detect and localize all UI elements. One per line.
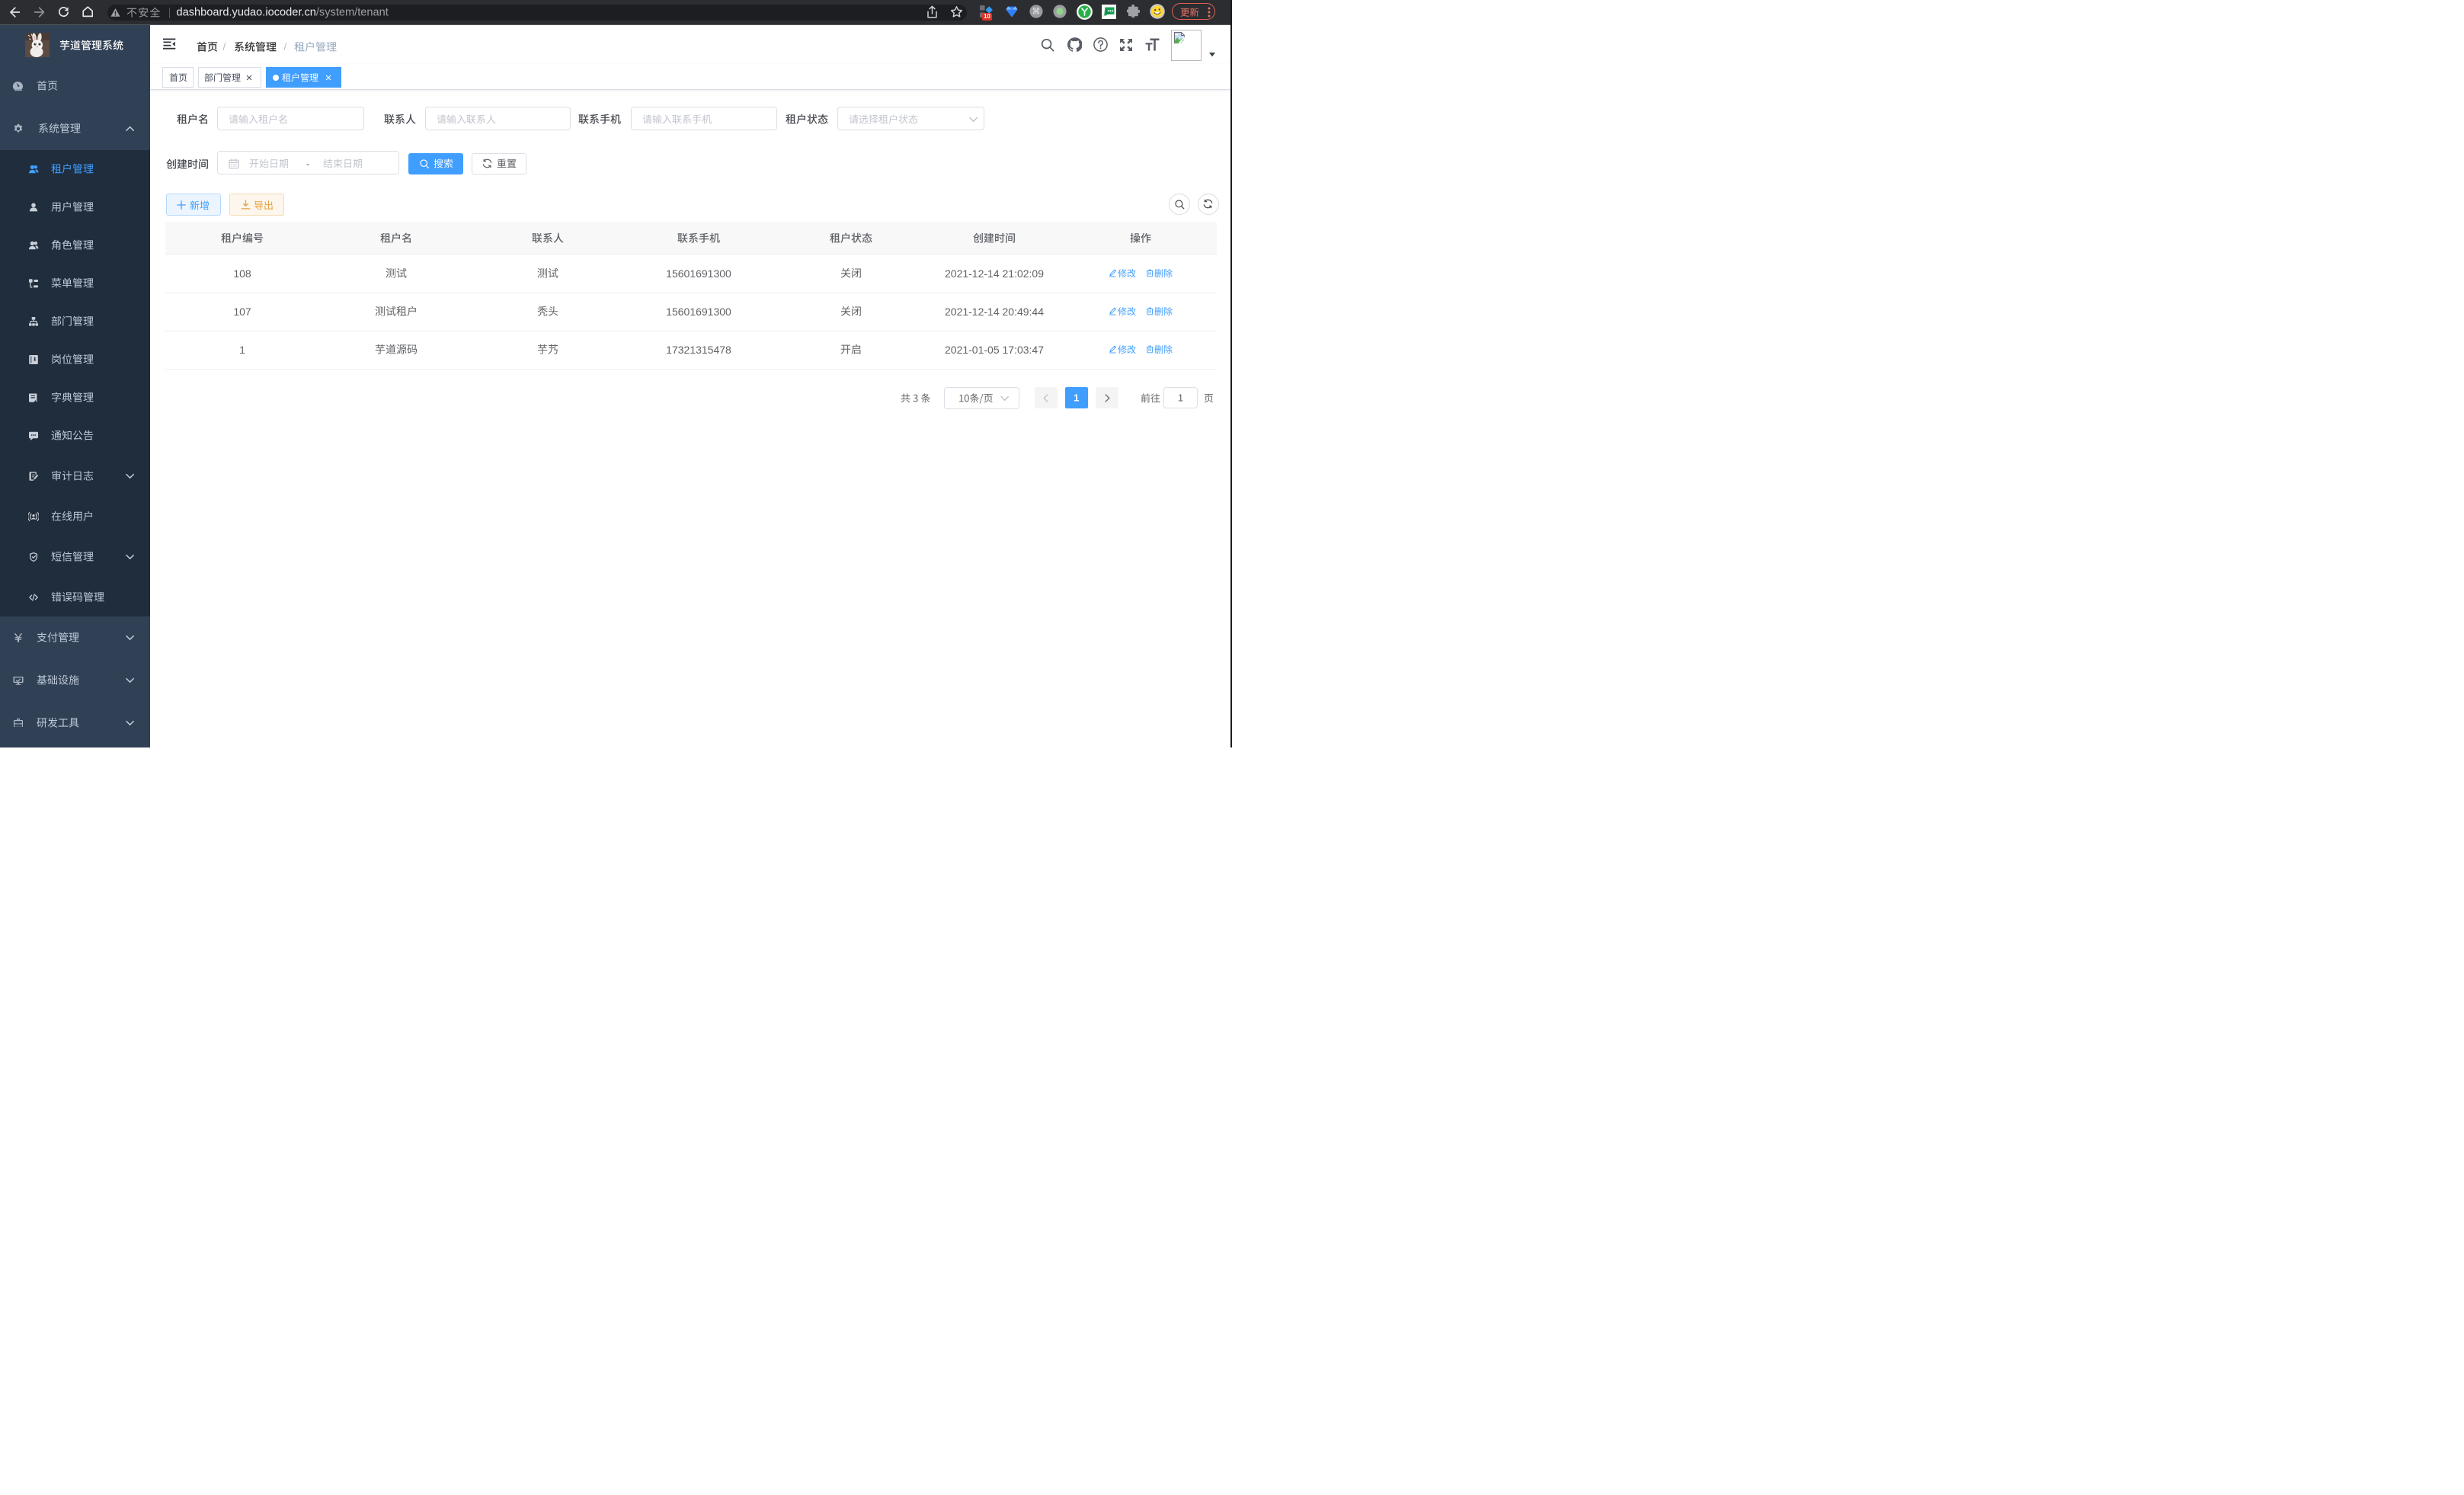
svg-text:⌘: ⌘ bbox=[1032, 8, 1041, 17]
